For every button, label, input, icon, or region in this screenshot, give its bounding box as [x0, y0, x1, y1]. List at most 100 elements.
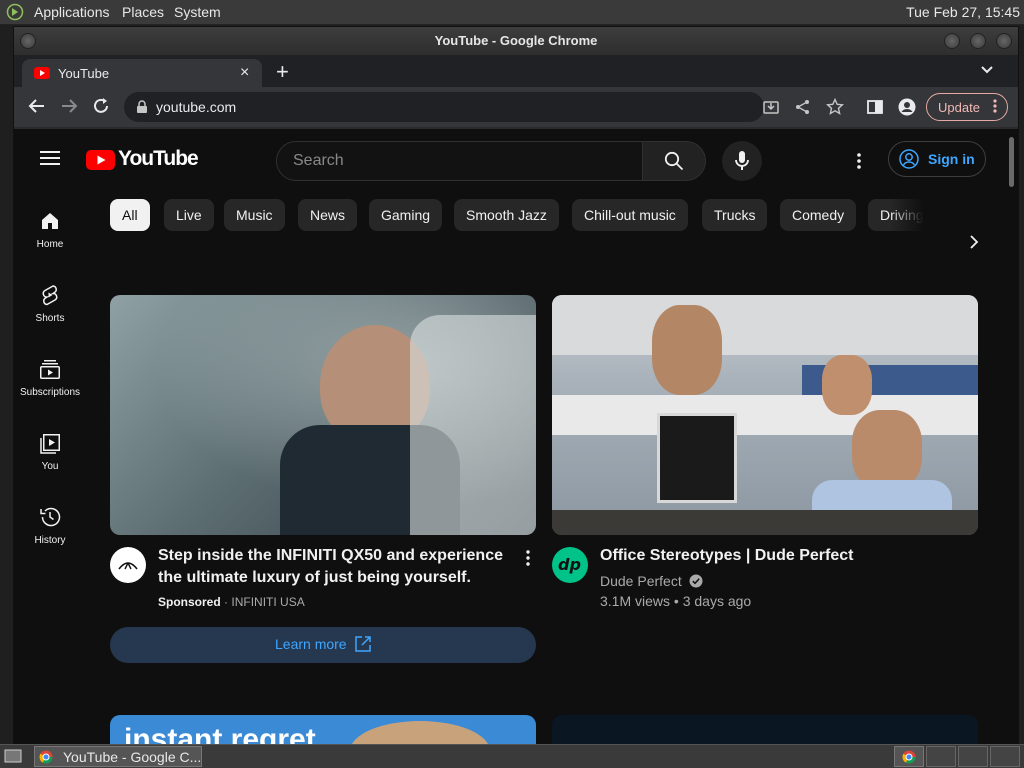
chip-music[interactable]: Music [224, 199, 285, 231]
verified-badge-icon [689, 574, 703, 588]
panel-clock[interactable]: Tue Feb 27, 15:45 [906, 4, 1020, 20]
sidebar-item-subscriptions[interactable]: Subscriptions [14, 357, 86, 398]
reload-icon[interactable] [90, 97, 112, 120]
chip-chill-out-music[interactable]: Chill-out music [572, 199, 688, 231]
channel-row: Dude Perfect [600, 573, 703, 589]
chip-fade [890, 199, 946, 231]
chip-smooth-jazz[interactable]: Smooth Jazz [454, 199, 559, 231]
browser-window: YouTube - Google Chrome YouTube × + yout… [13, 26, 1019, 745]
youtube-page: YouTube Search Sign in Home Shorts Subsc… [14, 129, 1018, 745]
taskbar-window-label: YouTube - Google C... [63, 749, 202, 765]
ad-title[interactable]: Step inside the INFINITI QX50 and experi… [158, 545, 520, 589]
sponsored-label: Sponsored [158, 595, 221, 609]
shorts-icon [42, 285, 58, 306]
sidebar-label: Shorts [35, 313, 65, 324]
minimize-icon[interactable] [944, 33, 960, 49]
taskbar-window-chrome[interactable]: YouTube - Google C... [34, 746, 202, 767]
video-title[interactable]: Office Stereotypes | Dude Perfect [600, 545, 970, 567]
browser-toolbar: youtube.com Update [14, 87, 1018, 127]
new-tab-button[interactable]: + [276, 59, 289, 85]
video-thumbnail-ceiling [552, 295, 978, 355]
window-menu-icon[interactable] [20, 33, 36, 49]
channel-name[interactable]: Dude Perfect [600, 573, 682, 589]
video-meta: 3.1M views • 3 days ago [600, 593, 751, 609]
update-button[interactable]: Update [926, 93, 1008, 121]
back-icon[interactable] [26, 97, 48, 120]
forward-icon[interactable] [58, 97, 80, 120]
side-panel-icon[interactable] [866, 98, 884, 121]
workspace-3[interactable] [958, 746, 988, 767]
address-bar[interactable]: youtube.com [124, 92, 845, 122]
workspace-switcher[interactable] [894, 746, 924, 767]
video-thumbnail-person-3 [852, 410, 922, 490]
sidebar-label: History [34, 535, 66, 546]
ad-thumbnail-passenger [410, 315, 536, 535]
learn-more-button[interactable]: Learn more [110, 627, 536, 663]
sidebar-label: You [41, 461, 59, 472]
subscriptions-icon [40, 360, 60, 379]
ad-more-icon[interactable] [526, 550, 530, 571]
close-window-icon[interactable] [996, 33, 1012, 49]
sidebar-item-shorts[interactable]: Shorts [14, 283, 86, 324]
system-menu[interactable]: System [174, 4, 221, 20]
sidebar-label: Subscriptions [19, 387, 81, 398]
chip-news[interactable]: News [298, 199, 358, 231]
workspace-2[interactable] [926, 746, 956, 767]
sidebar-item-history[interactable]: History [14, 505, 86, 546]
page-scrollbar[interactable] [1006, 129, 1018, 745]
video-thumbnail-desk [552, 510, 978, 535]
chip-trucks[interactable]: Trucks [702, 199, 768, 231]
video-thumbnail-person-1 [652, 305, 722, 395]
video-thumbnail-monitor [657, 413, 737, 503]
applications-menu[interactable]: Applications [34, 4, 110, 20]
top-panel: Applications Places System Tue Feb 27, 1… [0, 0, 1024, 25]
chip-gaming[interactable]: Gaming [369, 199, 443, 231]
chip-all[interactable]: All [110, 199, 150, 231]
next-thumbnail-1[interactable]: instant regret [110, 715, 536, 745]
ad-meta: Sponsored · INFINITI USA [158, 595, 305, 609]
page-scrollbar-thumb[interactable] [1009, 137, 1014, 187]
tab-close-icon[interactable]: × [240, 64, 249, 82]
next-thumbnail-2[interactable] [552, 715, 978, 745]
next-thumbnail-hair [350, 721, 490, 745]
upload-age: 3 days ago [682, 593, 752, 609]
tab-strip: YouTube × + [14, 55, 1018, 87]
window-titlebar[interactable]: YouTube - Google Chrome [14, 27, 1018, 55]
chips-next-icon[interactable] [968, 235, 980, 254]
chrome-workspace-icon [902, 750, 916, 767]
bookmark-star-icon[interactable] [825, 97, 845, 119]
chip-live[interactable]: Live [164, 199, 214, 231]
gnome-foot-icon[interactable] [6, 3, 24, 24]
sidebar-item-you[interactable]: You [14, 431, 86, 472]
you-icon [40, 434, 60, 454]
install-app-icon[interactable] [762, 98, 780, 119]
tab-title: YouTube [58, 66, 110, 81]
chip-comedy[interactable]: Comedy [780, 199, 857, 231]
video-thumbnail-person-2 [822, 355, 872, 415]
chrome-menu-icon[interactable] [993, 98, 997, 119]
chip-bar: All Live Music News Gaming Smooth Jazz C… [110, 129, 946, 239]
tab-youtube[interactable]: YouTube × [22, 59, 262, 87]
show-desktop-icon[interactable] [4, 749, 22, 766]
update-label: Update [938, 100, 980, 115]
sidebar-label: Home [36, 239, 64, 250]
channel-avatar[interactable]: dp [552, 547, 588, 583]
workspace-4[interactable] [990, 746, 1020, 767]
external-link-icon [355, 636, 371, 652]
advertiser-name[interactable]: INFINITI USA [231, 595, 304, 609]
infiniti-logo-icon [118, 562, 138, 570]
advertiser-avatar[interactable] [110, 547, 146, 583]
ad-thumbnail[interactable] [110, 295, 536, 535]
video-thumbnail[interactable] [552, 295, 978, 535]
site-info-icon[interactable] [136, 100, 148, 117]
share-icon[interactable] [794, 98, 812, 119]
learn-more-label: Learn more [275, 636, 347, 652]
profile-icon[interactable] [898, 98, 916, 121]
places-menu[interactable]: Places [122, 4, 164, 20]
guide-menu-icon[interactable] [40, 150, 60, 171]
taskbar: YouTube - Google C... [0, 744, 1024, 768]
tab-search-icon[interactable] [980, 63, 994, 82]
maximize-icon[interactable] [970, 33, 986, 49]
sidebar-item-home[interactable]: Home [14, 209, 86, 250]
next-thumbnail-text: instant regret [124, 723, 316, 745]
